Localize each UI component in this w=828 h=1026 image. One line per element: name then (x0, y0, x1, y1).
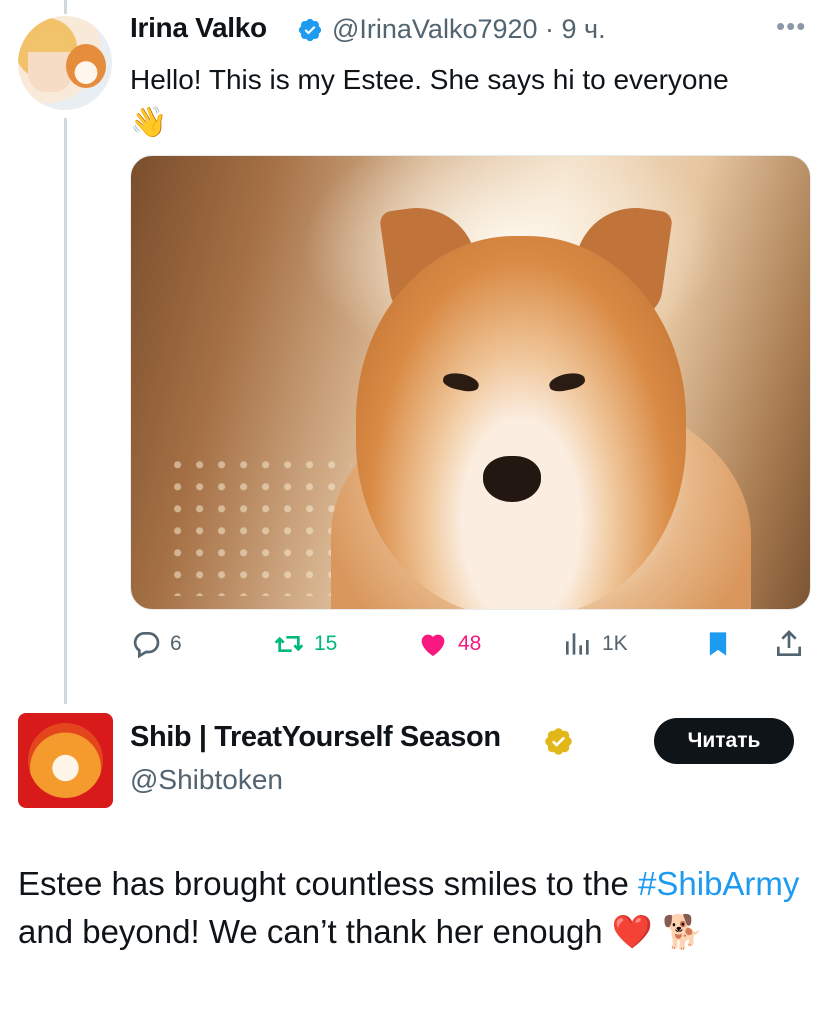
retweet-icon (274, 636, 304, 652)
author-name[interactable]: Irina Valko (130, 12, 267, 44)
views-count: 1K (602, 632, 628, 655)
bookmark-icon (709, 632, 727, 656)
heart-dog-emojis: ❤️ 🐕 (611, 913, 704, 950)
post-image[interactable] (130, 155, 811, 610)
image-grass (171, 456, 351, 596)
image-dog-nose (483, 456, 541, 502)
hashtag-link[interactable]: #ShibArmy (638, 865, 799, 902)
bookmark-button[interactable] (704, 624, 732, 664)
views-icon (566, 633, 589, 655)
retweet-count: 15 (314, 632, 338, 655)
gold-verified-badge-icon (545, 728, 572, 755)
reply-count: 6 (170, 632, 182, 655)
quoted-avatar[interactable] (18, 713, 113, 808)
share-icon (777, 630, 801, 656)
more-icon[interactable]: ••• (776, 13, 810, 40)
like-icon (421, 634, 445, 656)
thread-line (64, 118, 67, 704)
handle-and-time[interactable]: @IrinaValko7920 · 9 ч. (332, 14, 606, 45)
quoted-text-start: Estee has brought countless smiles to th… (18, 865, 639, 902)
avatar[interactable] (18, 16, 112, 110)
quoted-post-text: Estee has brought countless smiles to th… (18, 860, 808, 956)
reply-icon (133, 632, 160, 659)
reply-button[interactable]: 6 (130, 624, 182, 664)
waving-hand-emoji: 👋 (130, 106, 168, 139)
quoted-author-name[interactable]: Shib | TreatYourself Season (130, 721, 501, 754)
image-dog-head (356, 236, 686, 609)
post-text: Hello! This is my Estee. She says hi to … (130, 58, 770, 144)
quoted-handle[interactable]: @Shibtoken (130, 764, 283, 796)
verified-badge-icon (298, 18, 322, 42)
thread-line-top (64, 0, 67, 14)
like-count: 48 (458, 632, 482, 655)
shib-logo (28, 723, 103, 798)
retweet-button[interactable]: 15 (272, 624, 337, 664)
post-text-body: Hello! This is my Estee. She says hi to … (130, 64, 729, 95)
like-button[interactable]: 48 (416, 624, 481, 664)
avatar-dog-graphic (66, 44, 106, 88)
action-bar: 6 15 48 1K (130, 624, 810, 664)
quoted-text-end: and beyond! We can’t thank her enough (18, 913, 612, 950)
follow-button[interactable]: Читать (654, 718, 794, 764)
share-button[interactable] (773, 624, 805, 664)
views-button[interactable]: 1K (562, 624, 628, 664)
